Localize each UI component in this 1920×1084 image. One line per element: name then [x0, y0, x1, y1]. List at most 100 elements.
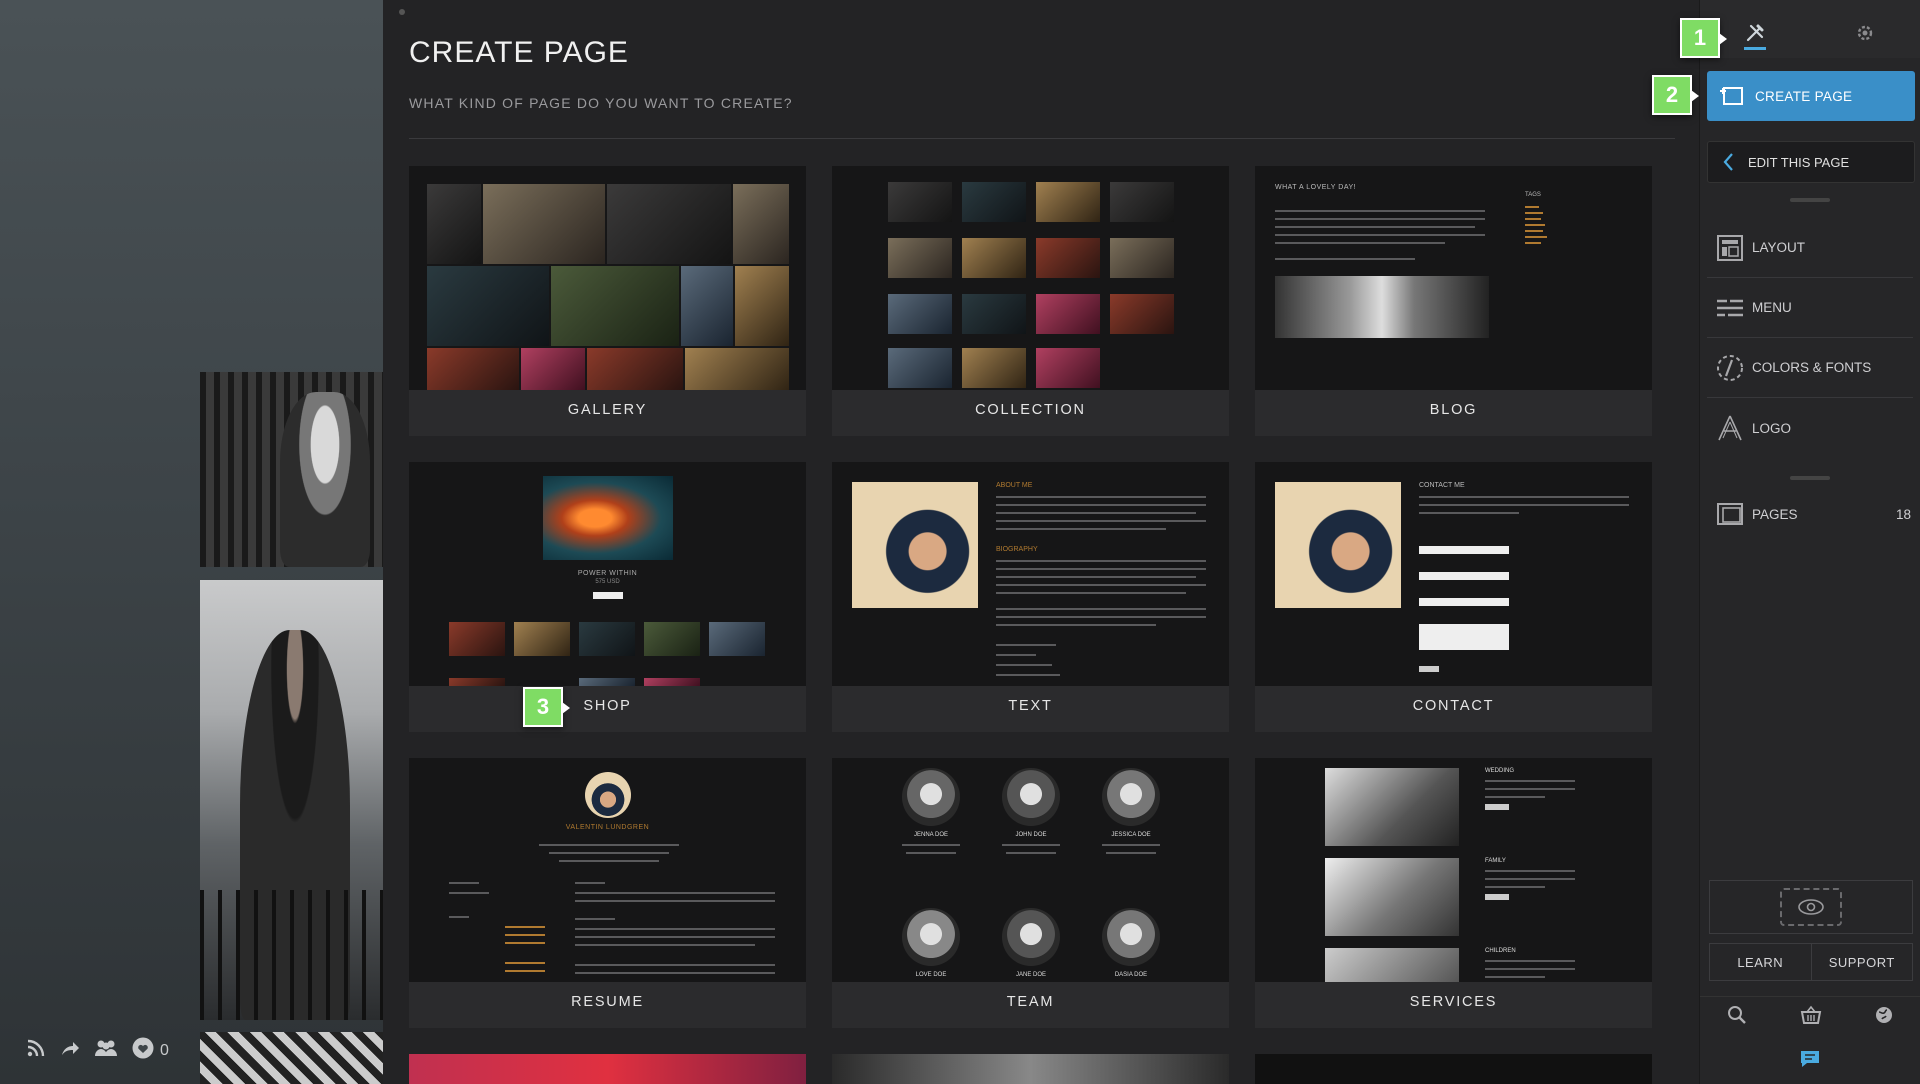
- edit-this-page-button[interactable]: EDIT THIS PAGE: [1707, 141, 1915, 183]
- team-name-5: JANE DOE: [1015, 972, 1046, 978]
- portrait-photo-3: [200, 1032, 383, 1084]
- people-icon[interactable]: [94, 1039, 118, 1062]
- card-label: SHOP: [583, 698, 632, 714]
- team-name-1: JENNA DOE: [913, 832, 948, 838]
- page-subtitle: WHAT KIND OF PAGE DO YOU WANT TO CREATE?: [409, 95, 793, 111]
- globe-icon: [1874, 1005, 1894, 1030]
- page-type-gallery[interactable]: GALLERY: [409, 166, 806, 436]
- sidebar-item-colors-fonts[interactable]: COLORS & FONTS: [1707, 338, 1913, 398]
- step-badge-1: 1: [1680, 18, 1727, 58]
- step-badge-2: 2: [1652, 75, 1699, 115]
- rss-icon[interactable]: [26, 1038, 46, 1063]
- page-type-services[interactable]: WEDDING FAMILY CHILDREN SERVICES: [1255, 758, 1652, 1028]
- team-thumbnail: JENNA DOE JOHN DOE JESSICA DOE LOVE DOE …: [832, 758, 1229, 982]
- collection-thumbnail: [832, 166, 1229, 390]
- share-icon[interactable]: [60, 1039, 80, 1062]
- card-label: RESUME: [571, 994, 644, 1010]
- like-button[interactable]: 0: [132, 1037, 169, 1064]
- resume-name: VALENTIN LUNDGREN: [565, 824, 650, 831]
- editor-sidebar: CREATE PAGE EDIT THIS PAGE LAYOUT MENU C…: [1699, 0, 1920, 1084]
- gear-icon: [1855, 23, 1875, 49]
- basket-icon: [1800, 1005, 1822, 1030]
- team-name-6: DASIA DOE: [1114, 972, 1148, 978]
- logo-icon: [1707, 414, 1752, 442]
- page-type-blog[interactable]: WHAT A LOVELY DAY! TAGS BLOG: [1255, 166, 1652, 436]
- chat-button[interactable]: [1795, 1050, 1825, 1074]
- service-wedding: WEDDING: [1485, 768, 1514, 774]
- gallery-thumbnail: [409, 166, 806, 390]
- website-background: 0: [0, 0, 383, 1084]
- preview-button[interactable]: [1709, 880, 1913, 934]
- tab-tools[interactable]: [1735, 18, 1775, 54]
- page-type-team[interactable]: JENNA DOE JOHN DOE JESSICA DOE LOVE DOE …: [832, 758, 1229, 1028]
- chat-icon: [1799, 1049, 1821, 1075]
- pages-count: 18: [1895, 506, 1911, 522]
- tools-icon: [1745, 23, 1765, 49]
- portrait-photo-2: [200, 580, 383, 1020]
- support-button[interactable]: SUPPORT: [1810, 944, 1913, 980]
- page-title: CREATE PAGE: [409, 36, 629, 69]
- heart-icon: [132, 1037, 154, 1064]
- blog-tags: TAGS: [1525, 192, 1541, 198]
- sidebar-item-label: COLORS & FONTS: [1752, 360, 1872, 375]
- team-name-4: LOVE DOE: [915, 972, 947, 978]
- text-bio-heading: BIOGRAPHY: [996, 546, 1038, 553]
- portrait-photo-1: [200, 372, 383, 567]
- sidebar-item-pages[interactable]: PAGES 18: [1707, 484, 1913, 544]
- like-count: 0: [160, 1041, 169, 1059]
- sidebar-item-menu[interactable]: MENU: [1707, 278, 1913, 338]
- sidebar-item-label: LOGO: [1752, 420, 1792, 436]
- sidebar-item-layout[interactable]: LAYOUT: [1707, 218, 1913, 278]
- divider: [409, 138, 1675, 139]
- sidebar-tabs: [1700, 0, 1920, 58]
- page-type-collection[interactable]: COLLECTION: [832, 166, 1229, 436]
- card-label: CONTACT: [1412, 698, 1495, 714]
- cart-button[interactable]: [1774, 997, 1848, 1038]
- page-type-partial-2[interactable]: [832, 1054, 1229, 1084]
- search-icon: [1727, 1005, 1747, 1030]
- card-label: TEXT: [1008, 698, 1053, 714]
- drag-handle[interactable]: [1790, 476, 1830, 480]
- menu-icon: [1707, 298, 1752, 318]
- page-type-resume[interactable]: VALENTIN LUNDGREN RESUME: [409, 758, 806, 1028]
- edit-this-page-label: EDIT THIS PAGE: [1748, 154, 1850, 170]
- sidebar-item-logo[interactable]: LOGO: [1707, 398, 1913, 458]
- contact-heading: CONTACT ME: [1419, 482, 1465, 489]
- text-about-heading: ABOUT ME: [996, 482, 1033, 489]
- shop-product-name: POWER WITHIN: [577, 570, 638, 577]
- blog-thumbnail: WHAT A LOVELY DAY! TAGS: [1255, 166, 1652, 390]
- card-label: COLLECTION: [975, 402, 1086, 418]
- resume-thumbnail: VALENTIN LUNDGREN: [409, 758, 806, 982]
- page-type-partial-1[interactable]: [409, 1054, 806, 1084]
- globe-button[interactable]: [1847, 997, 1920, 1038]
- page-type-contact[interactable]: CONTACT ME CONTACT: [1255, 462, 1652, 732]
- drag-handle[interactable]: [1790, 198, 1830, 202]
- team-name-3: JESSICA DOE: [1111, 832, 1151, 838]
- card-label: SERVICES: [1409, 994, 1498, 1010]
- help-row: LEARN SUPPORT: [1709, 943, 1913, 981]
- service-children: CHILDREN: [1485, 948, 1516, 954]
- social-bar: 0: [26, 1037, 169, 1064]
- text-thumbnail: ABOUT ME BIOGRAPHY: [832, 462, 1229, 686]
- create-page-button[interactable]: CREATE PAGE: [1707, 71, 1915, 121]
- chevron-left-icon: [1708, 152, 1748, 172]
- tab-settings[interactable]: [1845, 18, 1885, 54]
- sidebar-item-label: PAGES: [1752, 506, 1798, 522]
- search-button[interactable]: [1700, 997, 1774, 1038]
- page-type-partial-3[interactable]: [1255, 1054, 1652, 1084]
- preview-eye-icon: [1780, 888, 1842, 926]
- window-dot: [399, 9, 405, 15]
- learn-button[interactable]: LEARN: [1710, 944, 1811, 980]
- pages-icon: [1707, 502, 1752, 526]
- create-page-label: CREATE PAGE: [1755, 88, 1853, 104]
- contact-thumbnail: CONTACT ME: [1255, 462, 1652, 686]
- card-label: TEAM: [1006, 994, 1055, 1010]
- page-type-text[interactable]: ABOUT ME BIOGRAPHY TEXT: [832, 462, 1229, 732]
- page-type-shop[interactable]: POWER WITHIN 575 USD SHOP: [409, 462, 806, 732]
- sidebar-item-label: MENU: [1752, 300, 1792, 315]
- create-page-panel: CREATE PAGE WHAT KIND OF PAGE DO YOU WAN…: [383, 0, 1699, 1084]
- card-label: GALLERY: [567, 402, 648, 418]
- card-label: BLOG: [1429, 402, 1478, 418]
- services-thumbnail: WEDDING FAMILY CHILDREN: [1255, 758, 1652, 982]
- shop-product-price: 575 USD: [595, 579, 620, 585]
